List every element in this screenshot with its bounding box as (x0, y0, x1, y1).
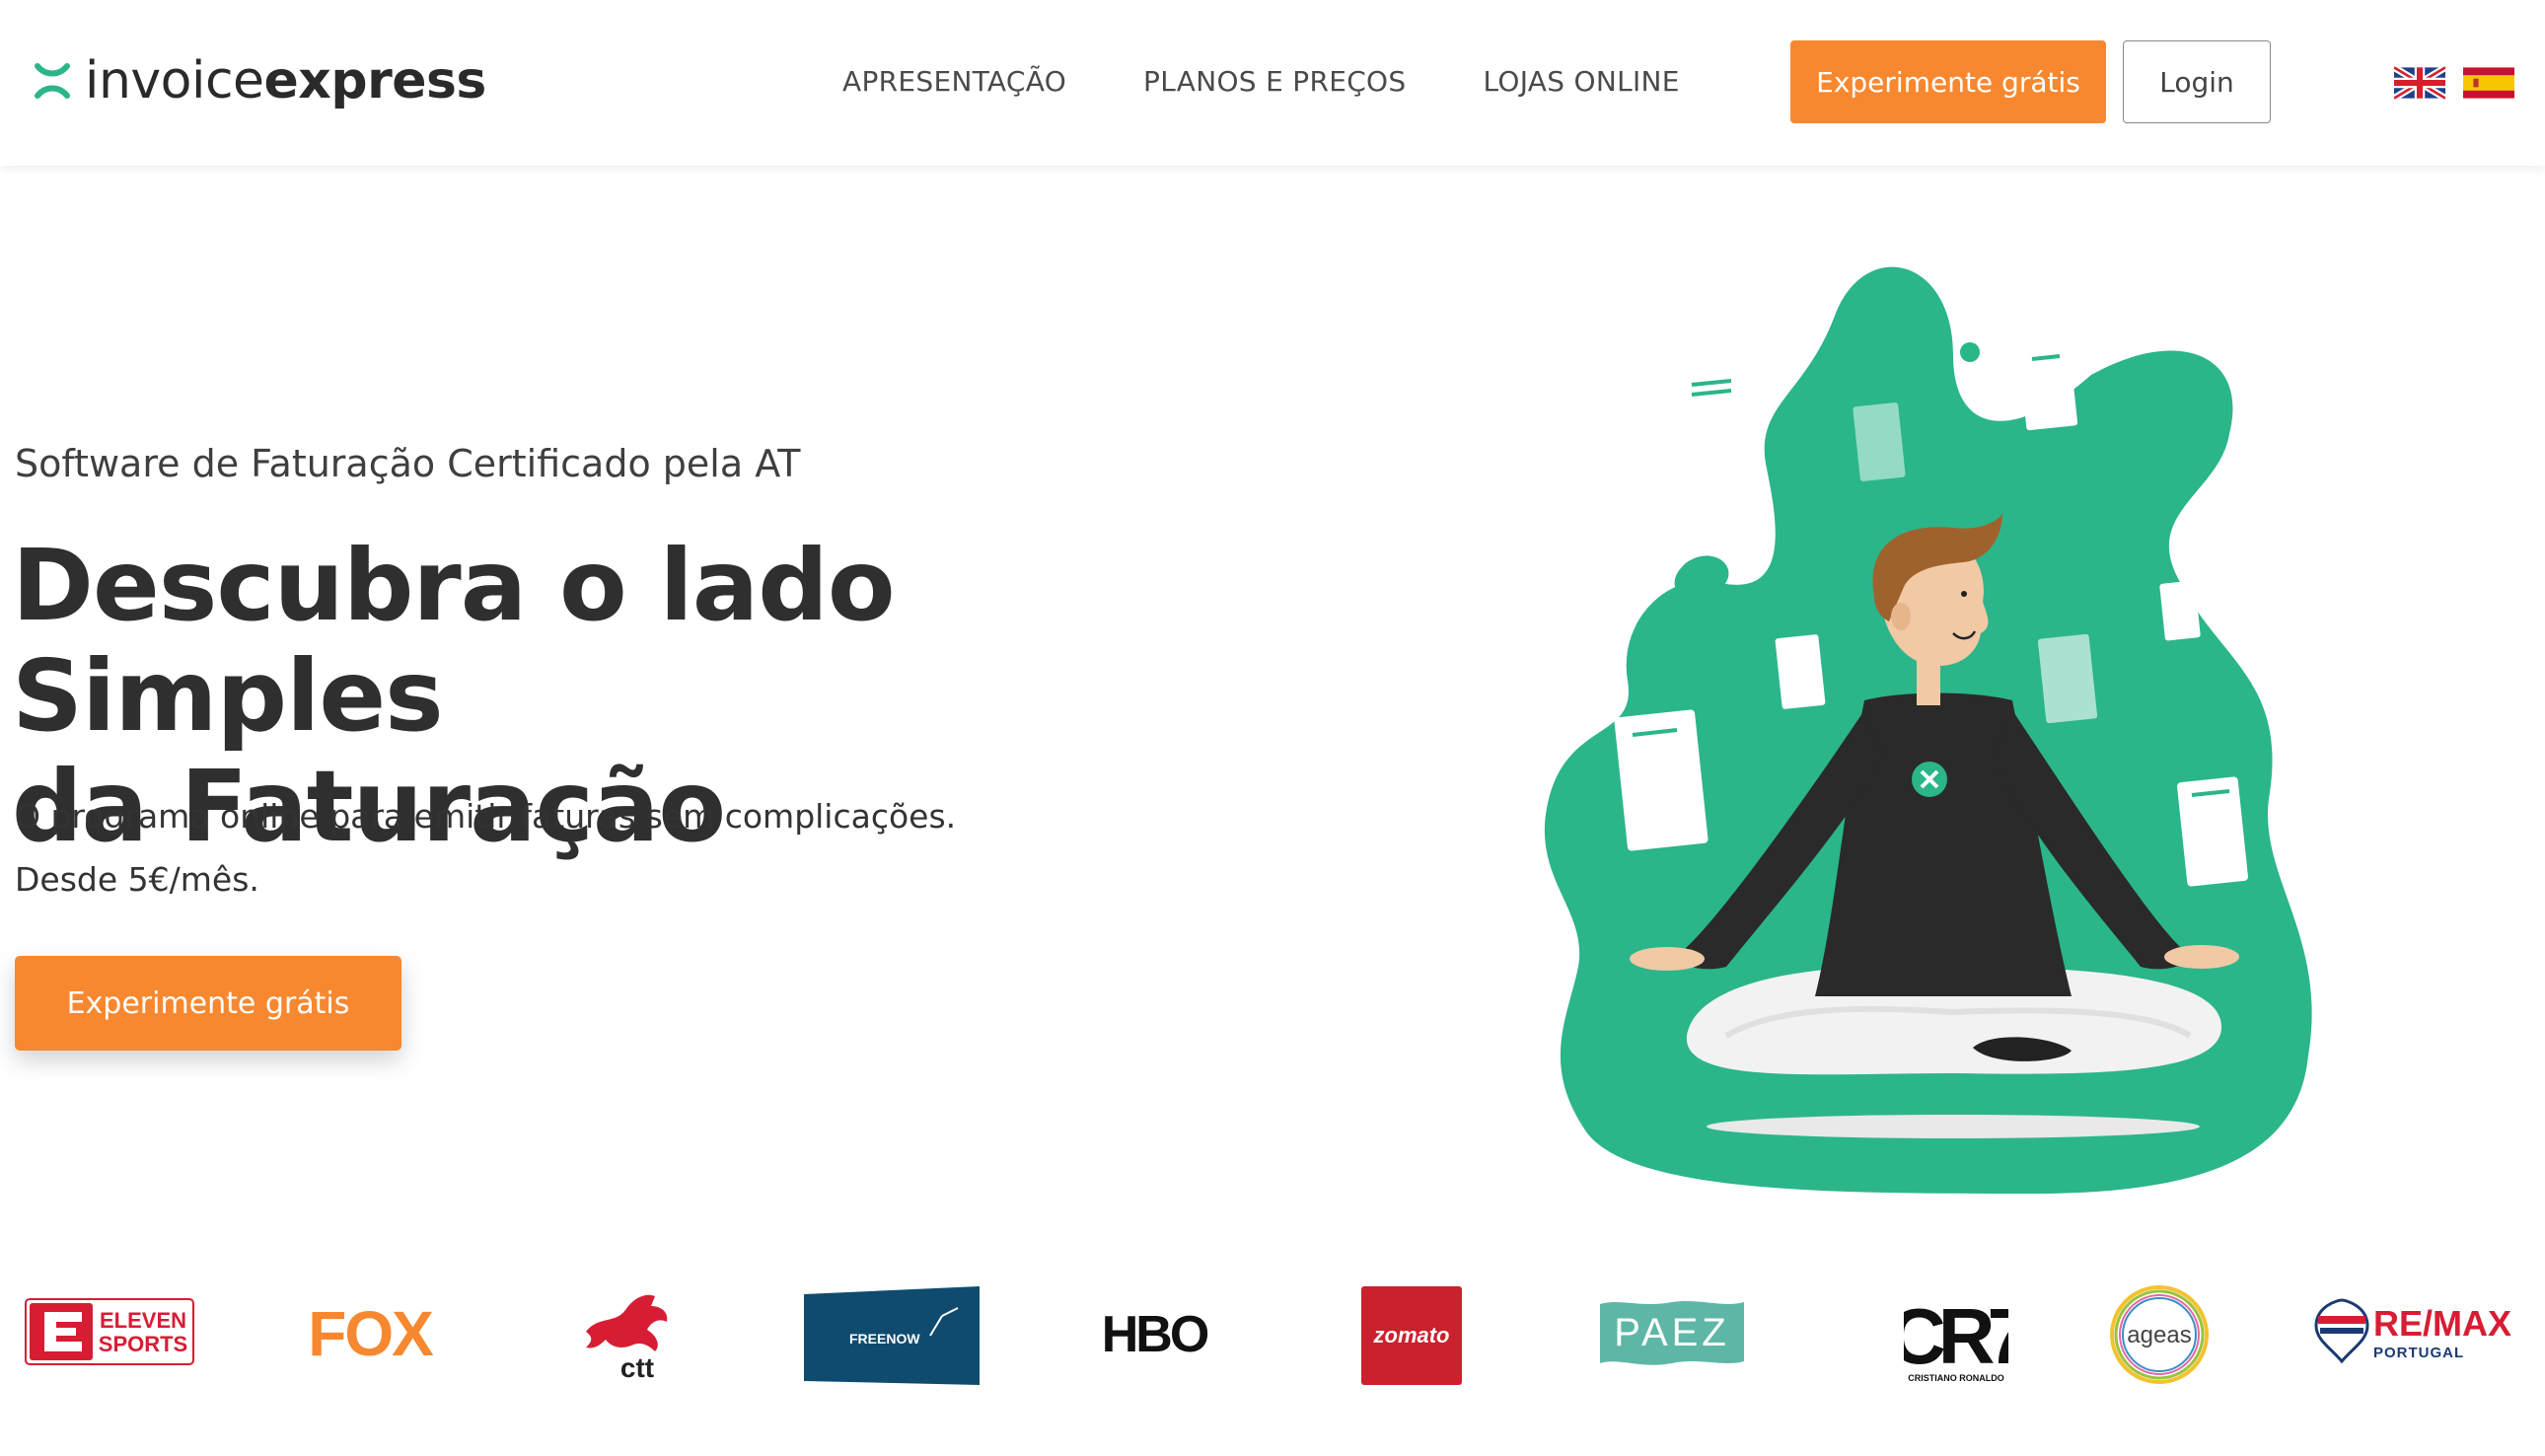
hbo-logo: HBO (1095, 1298, 1213, 1365)
hero-description: O programa online para emitir faturas se… (15, 785, 956, 911)
ageas-logo: ageas (2107, 1282, 2212, 1387)
hero-try-free-button[interactable]: Experimente grátis (15, 956, 401, 1051)
meditating-man-illustration (1544, 266, 2312, 1194)
brand-name: invoiceexpress (85, 55, 486, 107)
eleven-sports-line2: SPORTS (99, 1332, 187, 1356)
site-header: invoiceexpress APRESENTAÇÃO PLANOS E PRE… (0, 0, 2545, 166)
nav-item-apresentacao[interactable]: APRESENTAÇÃO (842, 65, 1066, 98)
nav-item-lojas-online[interactable]: LOJAS ONLINE (1483, 65, 1679, 98)
cr7-logo: CR7 CRISTIANO RONALDO (1904, 1282, 2008, 1387)
freenow-logo: FREENOW (804, 1286, 980, 1385)
x-logo-icon (35, 63, 70, 99)
spain-flag-icon[interactable] (2463, 66, 2514, 100)
remax-text: RE/MAX (2373, 1303, 2511, 1344)
freenow-text: FREENOW (849, 1331, 920, 1347)
hero-subtitle: Software de Faturação Certificado pela A… (15, 442, 801, 485)
remax-logo: RE/MAX PORTUGAL (2312, 1296, 2537, 1371)
fox-text: FOX (308, 1298, 434, 1365)
eleven-sports-logo: ELEVEN SPORTS (25, 1298, 194, 1365)
ctt-logo: ctt (572, 1288, 681, 1383)
brand-name-part2: express (263, 51, 487, 110)
hbo-text: HBO (1102, 1306, 1208, 1363)
eleven-sports-line1: ELEVEN (100, 1308, 186, 1333)
login-button[interactable]: Login (2123, 40, 2271, 123)
fox-logo: FOX (296, 1298, 444, 1365)
paez-text: PAEZ (1614, 1311, 1730, 1354)
main-nav: APRESENTAÇÃO PLANOS E PREÇOS LOJAS ONLIN… (842, 65, 1757, 98)
brand-name-part1: invoice (85, 51, 264, 110)
hero-title-line1: Descubra o lado Simples (12, 528, 896, 754)
zomato-logo: zomato (1361, 1286, 1462, 1385)
client-logos-strip: ELEVEN SPORTS FOX ctt FREENOW HBO zomato (0, 1282, 2545, 1401)
ctt-text: ctt (620, 1352, 654, 1383)
hero-description-line1: O programa online para emitir faturas se… (15, 797, 957, 836)
zomato-text: zomato (1373, 1323, 1450, 1347)
brand-logo[interactable]: invoiceexpress (34, 55, 486, 107)
cr7-text: CR7 (1904, 1292, 2008, 1380)
ageas-text: ageas (2127, 1322, 2191, 1348)
uk-flag-icon[interactable] (2394, 66, 2445, 100)
nav-item-planos-precos[interactable]: PLANOS E PREÇOS (1143, 65, 1406, 98)
hero-price-line: Desde 5€/mês. (15, 860, 259, 899)
paez-logo: PAEZ (1600, 1296, 1744, 1369)
remax-subtext: PORTUGAL (2373, 1345, 2464, 1361)
cr7-subtext: CRISTIANO RONALDO (1908, 1373, 2004, 1383)
header-try-free-button[interactable]: Experimente grátis (1790, 40, 2106, 123)
